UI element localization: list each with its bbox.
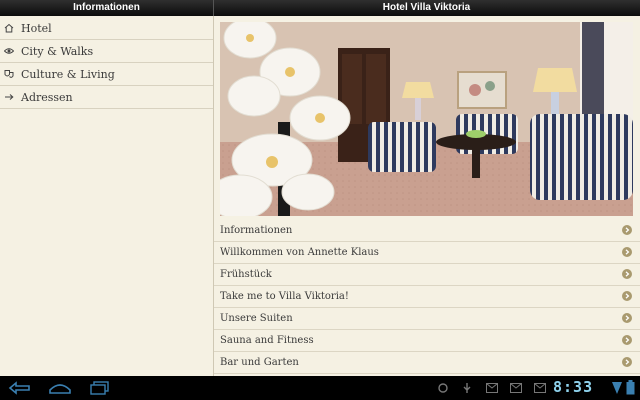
back-icon[interactable] (8, 381, 32, 395)
hotel-suite-photo (220, 22, 633, 216)
list-item-label: Informationen (220, 225, 293, 236)
suite-image (220, 22, 633, 216)
list-item-bar-garten[interactable]: Bar und Garten (214, 352, 640, 374)
clock[interactable]: 8:33 (553, 378, 593, 396)
gmail-icon (486, 383, 498, 393)
gmail-icon (510, 383, 522, 393)
action-bar: Informationen Hotel Villa Viktoria (0, 0, 640, 16)
sidebar-item-label: City & Walks (21, 45, 94, 58)
chevron-right-icon (622, 269, 632, 279)
main-content: Informationen Willkommen von Annette Kla… (214, 16, 640, 376)
wifi-icon (612, 382, 622, 394)
list-item-informationen[interactable]: Informationen (214, 220, 640, 242)
list-item-label: Bar und Garten (220, 357, 299, 368)
list-item-unsere-suiten[interactable]: Unsere Suiten (214, 308, 640, 330)
battery-icon (626, 380, 635, 395)
system-bar: 8:33 (0, 376, 640, 400)
gmail-icon (534, 383, 546, 393)
list-item-label: Willkommen von Annette Klaus (220, 247, 379, 258)
sidebar: Hotel City & Walks Culture & Living Adre… (0, 16, 214, 376)
sidebar-item-culture-living[interactable]: Culture & Living (0, 63, 213, 86)
info-list: Informationen Willkommen von Annette Kla… (214, 220, 640, 374)
chevron-right-icon (622, 225, 632, 235)
chevron-right-icon (622, 313, 632, 323)
recent-apps-icon[interactable] (88, 381, 112, 395)
sidebar-item-city-walks[interactable]: City & Walks (0, 40, 213, 63)
sidebar-item-label: Culture & Living (21, 68, 115, 81)
list-item-label: Take me to Villa Viktoria! (220, 291, 349, 302)
list-item-label: Frühstück (220, 269, 272, 280)
sidebar-item-hotel[interactable]: Hotel (0, 17, 213, 40)
list-item-label: Sauna and Fitness (220, 335, 314, 346)
usb-icon (463, 383, 471, 393)
list-item-label: Unsere Suiten (220, 313, 293, 324)
sync-icon (438, 383, 448, 393)
chevron-right-icon (622, 247, 632, 257)
list-item-take-me[interactable]: Take me to Villa Viktoria! (214, 286, 640, 308)
sidebar-item-label: Adressen (21, 91, 73, 104)
chevron-right-icon (622, 291, 632, 301)
list-item-sauna[interactable]: Sauna and Fitness (214, 330, 640, 352)
home-icon (4, 23, 14, 33)
sidebar-item-label: Hotel (21, 22, 52, 35)
list-item-fruehstueck[interactable]: Frühstück (214, 264, 640, 286)
arrow-right-icon (5, 94, 14, 100)
chevron-right-icon (622, 357, 632, 367)
sidebar-title: Informationen (73, 2, 140, 13)
eye-icon (4, 48, 14, 54)
list-item-willkommen[interactable]: Willkommen von Annette Klaus (214, 242, 640, 264)
sidebar-item-adressen[interactable]: Adressen (0, 86, 213, 109)
masks-icon (4, 70, 14, 78)
chevron-right-icon (622, 335, 632, 345)
home-nav-icon[interactable] (48, 381, 72, 395)
page-title: Hotel Villa Viktoria (382, 2, 471, 13)
